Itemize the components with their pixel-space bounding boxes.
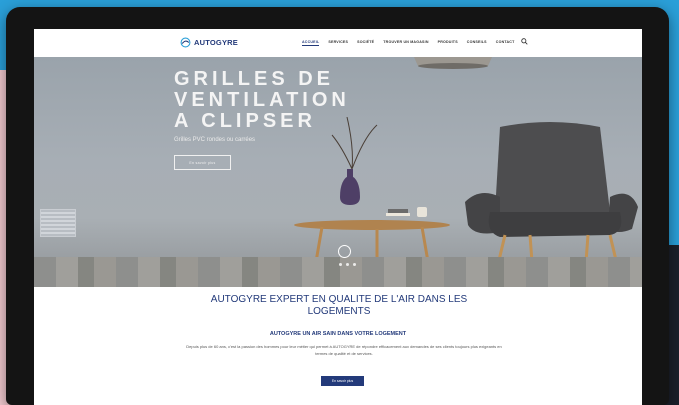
main-menu: ACCUEIL SERVICES SOCIÉTÉ TROUVER UN MAGA… [302,40,514,46]
nav-item-services[interactable]: SERVICES [328,40,348,46]
slider-dot[interactable] [339,263,342,266]
section-subheading: AUTOGYRE UN AIR SAIN DANS VOTRE LOGEMENT [269,331,407,337]
logo[interactable]: AUTOGYRE [180,37,238,48]
site-header: AUTOGYRE ACCUEIL SERVICES SOCIÉTÉ TROUVE… [34,29,642,57]
nav-item-trouver-magasin[interactable]: TROUVER UN MAGASIN [383,40,428,46]
logo-text: AUTOGYRE [194,38,238,47]
armchair-image [465,122,638,277]
wood-floor [34,257,642,287]
ventilation-grille-image [40,209,76,237]
search-icon[interactable] [521,38,528,45]
slider-dot[interactable] [353,263,356,266]
nav-item-societe[interactable]: SOCIÉTÉ [357,40,374,46]
slider-down-arrow-icon[interactable] [338,245,351,258]
nav-item-contact[interactable]: CONTACT [496,40,515,46]
hero-subtitle: Grilles PVC rondes ou carrées [174,137,256,143]
nav-item-conseils[interactable]: CONSEILS [467,40,487,46]
intro-section: AUTOGYRE EXPERT EN QUALITE DE L'AIR DANS… [34,287,642,405]
hero-more-button[interactable]: En savoir plus [174,155,231,170]
slider-pagination [339,263,356,266]
nav-item-produits[interactable]: PRODUITS [438,40,458,46]
slider-dot[interactable] [346,263,349,266]
hero-slider: GRILLES DE VENTILATION A CLIPSER Grilles… [34,57,642,287]
nav-item-accueil[interactable]: ACCUEIL [302,40,320,46]
hero-title-line-1: GRILLES DE [174,68,335,90]
autogyre-logo-icon [180,37,191,48]
section-paragraph: Depuis plus de 60 ans, c'est la passion … [186,344,502,356]
hero-title-line-2: VENTILATION [174,89,350,111]
pendant-lamp-image [414,57,492,69]
section-more-button[interactable]: En savoir plus [321,376,364,386]
section-heading: AUTOGYRE EXPERT EN QUALITE DE L'AIR DANS… [210,294,468,317]
laptop-frame: AUTOGYRE ACCUEIL SERVICES SOCIÉTÉ TROUVE… [6,7,669,405]
website-screen: AUTOGYRE ACCUEIL SERVICES SOCIÉTÉ TROUVE… [34,29,642,405]
